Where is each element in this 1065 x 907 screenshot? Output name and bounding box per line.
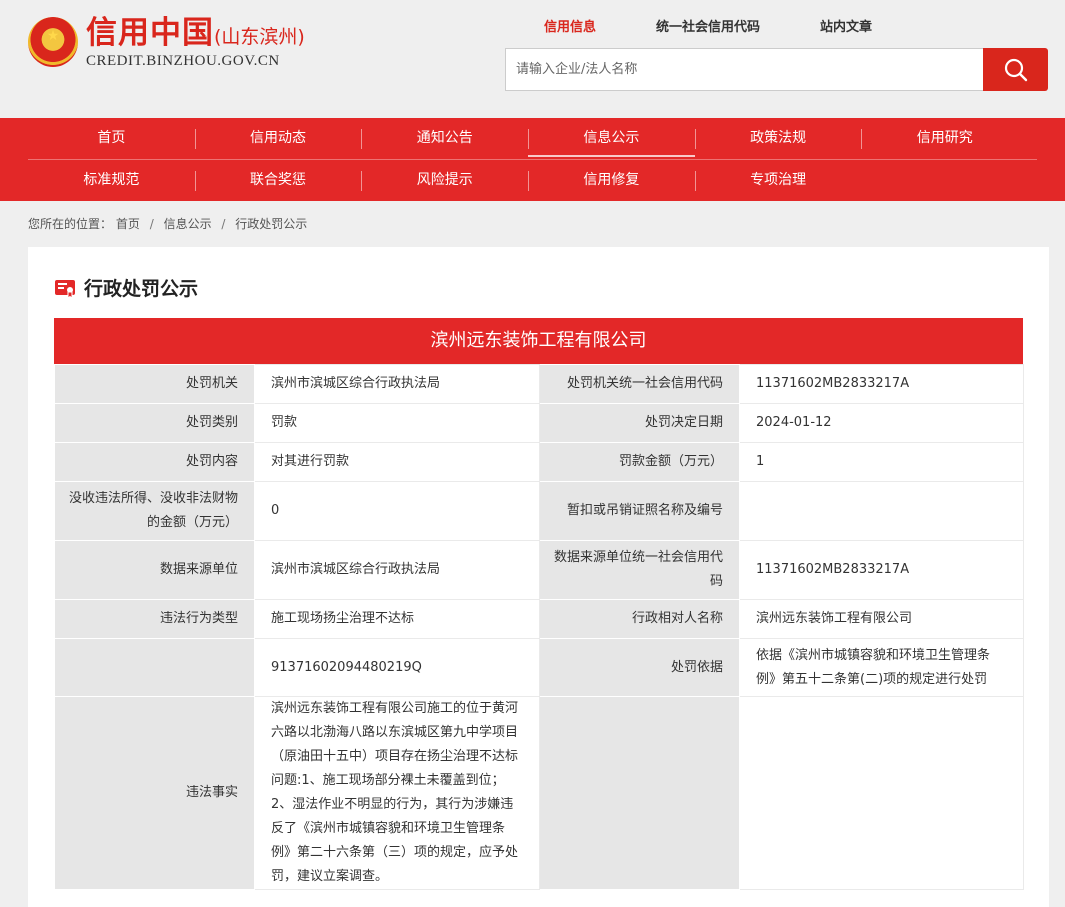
label-violation-facts: 违法事实: [54, 696, 255, 890]
nav-item-info-disclosure[interactable]: 信息公示: [528, 118, 695, 159]
nav-item-policies[interactable]: 政策法规: [694, 118, 862, 159]
nav-item-home[interactable]: 首页: [28, 118, 195, 159]
value-decision-date: 2024-01-12: [739, 403, 1024, 443]
nav-item-credit-repair[interactable]: 信用修复: [528, 160, 695, 201]
value-data-source: 滨州市滨城区综合行政执法局: [254, 540, 540, 600]
table-row: 数据来源单位 滨州市滨城区综合行政执法局 数据来源单位统一社会信用代码 1137…: [54, 540, 1024, 600]
breadcrumb-info-disclosure[interactable]: 信息公示: [164, 217, 212, 231]
nav-item-joint-rewards[interactable]: 联合奖惩: [194, 160, 362, 201]
search-tabs: 信用信息 统一社会信用代码 站内文章: [540, 16, 928, 39]
site-header: 信用中国(山东滨州) CREDIT.BINZHOU.GOV.CN 信用信息 统一…: [0, 0, 1065, 118]
content-panel: 行政处罚公示 滨州远东装饰工程有限公司 处罚机关 滨州市滨城区综合行政执法局 处…: [28, 247, 1049, 907]
search-input[interactable]: [505, 48, 983, 91]
value-fine-amount: 1: [739, 442, 1024, 482]
label-penalty-category: 处罚类别: [54, 403, 255, 443]
value-penalty-authority: 滨州市滨城区综合行政执法局: [254, 364, 540, 404]
panel-title: 行政处罚公示: [54, 274, 198, 301]
main-nav: 首页 信用动态 通知公告 信息公示 政策法规 信用研究 标准规范 联合奖惩 风险…: [0, 118, 1065, 201]
label-counterparty-name: 行政相对人名称: [539, 599, 740, 639]
value-penalty-category: 罚款: [254, 403, 540, 443]
search-button[interactable]: [983, 48, 1048, 91]
site-logo[interactable]: 信用中国(山东滨州) CREDIT.BINZHOU.GOV.CN: [28, 14, 305, 70]
label-decision-date: 处罚决定日期: [539, 403, 740, 443]
nav-row-2: 标准规范 联合奖惩 风险提示 信用修复 专项治理: [28, 160, 1037, 201]
label-source-credit-code: 数据来源单位统一社会信用代码: [539, 540, 740, 600]
value-penalty-basis: 依据《滨州市城镇容貌和环境卫生管理条例》第五十二条第(二)项的规定进行处罚: [739, 638, 1024, 697]
label-confiscation-amount: 没收违法所得、没收非法财物的金额（万元）: [54, 481, 255, 541]
value-violation-type: 施工现场扬尘治理不达标: [254, 599, 540, 639]
breadcrumb-separator: /: [221, 217, 226, 231]
logo-title: 信用中国(山东滨州): [86, 15, 305, 51]
company-name-header: 滨州远东装饰工程有限公司: [54, 318, 1023, 364]
logo-region: (山东滨州): [214, 26, 305, 48]
label-penalty-content: 处罚内容: [54, 442, 255, 482]
label-authority-credit-code: 处罚机关统一社会信用代码: [539, 364, 740, 404]
label-penalty-basis: 处罚依据: [539, 638, 740, 697]
penalty-detail-table: 处罚机关 滨州市滨城区综合行政执法局 处罚机关统一社会信用代码 11371602…: [54, 364, 1024, 890]
value-authority-credit-code: 11371602MB2833217A: [739, 364, 1024, 404]
panel-title-text: 行政处罚公示: [84, 278, 199, 300]
table-row: 91371602094480219Q 处罚依据 依据《滨州市城镇容貌和环境卫生管…: [54, 638, 1024, 697]
table-row: 违法行为类型 施工现场扬尘治理不达标 行政相对人名称 滨州远东装饰工程有限公司: [54, 599, 1024, 639]
value-confiscation-amount: 0: [254, 481, 540, 541]
value-counterparty-name: 滨州远东装饰工程有限公司: [739, 599, 1024, 639]
label-fine-amount: 罚款金额（万元）: [539, 442, 740, 482]
label-empty: [54, 638, 255, 697]
search-tab-credit-code[interactable]: 统一社会信用代码: [652, 16, 764, 39]
label-violation-type: 违法行为类型: [54, 599, 255, 639]
breadcrumb-prefix: 您所在的位置：: [28, 217, 113, 231]
breadcrumb: 您所在的位置： 首页 / 信息公示 / 行政处罚公示: [0, 201, 1065, 247]
nav-item-credit-news[interactable]: 信用动态: [194, 118, 362, 159]
table-row: 处罚机关 滨州市滨城区综合行政执法局 处罚机关统一社会信用代码 11371602…: [54, 364, 1024, 404]
table-row: 没收违法所得、没收非法财物的金额（万元） 0 暂扣或吊销证照名称及编号: [54, 481, 1024, 541]
value-penalty-content: 对其进行罚款: [254, 442, 540, 482]
label-empty: [539, 696, 740, 890]
value-violation-facts: 滨州远东装饰工程有限公司施工的位于黄河六路以北渤海八路以东滨城区第九中学项目（原…: [254, 696, 540, 890]
breadcrumb-separator: /: [149, 217, 154, 231]
value-source-credit-code: 11371602MB2833217A: [739, 540, 1024, 600]
value-counterparty-credit-code: 91371602094480219Q: [254, 638, 540, 697]
nav-item-notices[interactable]: 通知公告: [361, 118, 528, 159]
label-license-revocation: 暂扣或吊销证照名称及编号: [539, 481, 740, 541]
table-row: 违法事实 滨州远东装饰工程有限公司施工的位于黄河六路以北渤海八路以东滨城区第九中…: [54, 696, 1024, 890]
nav-item-risk-alerts[interactable]: 风险提示: [361, 160, 528, 201]
nav-item-special-governance[interactable]: 专项治理: [694, 160, 862, 201]
table-row: 处罚内容 对其进行罚款 罚款金额（万元） 1: [54, 442, 1024, 482]
national-emblem-icon: [28, 17, 78, 67]
search-tab-articles[interactable]: 站内文章: [816, 16, 876, 39]
logo-text: 信用中国(山东滨州) CREDIT.BINZHOU.GOV.CN: [86, 15, 305, 69]
nav-item-credit-research[interactable]: 信用研究: [861, 118, 1028, 159]
label-penalty-authority: 处罚机关: [54, 364, 255, 404]
value-license-revocation: [739, 481, 1024, 541]
logo-url: CREDIT.BINZHOU.GOV.CN: [86, 53, 280, 69]
nav-row-1: 首页 信用动态 通知公告 信息公示 政策法规 信用研究: [28, 118, 1037, 160]
search-tab-credit-info[interactable]: 信用信息: [540, 16, 600, 39]
nav-item-standards[interactable]: 标准规范: [28, 160, 195, 201]
breadcrumb-current: 行政处罚公示: [235, 217, 308, 231]
label-data-source: 数据来源单位: [54, 540, 255, 600]
value-empty: [739, 696, 1024, 890]
certificate-icon: [55, 279, 75, 299]
table-row: 处罚类别 罚款 处罚决定日期 2024-01-12: [54, 403, 1024, 443]
breadcrumb-home[interactable]: 首页: [116, 217, 140, 231]
search-box: [505, 48, 1048, 91]
search-icon: [1004, 58, 1027, 81]
